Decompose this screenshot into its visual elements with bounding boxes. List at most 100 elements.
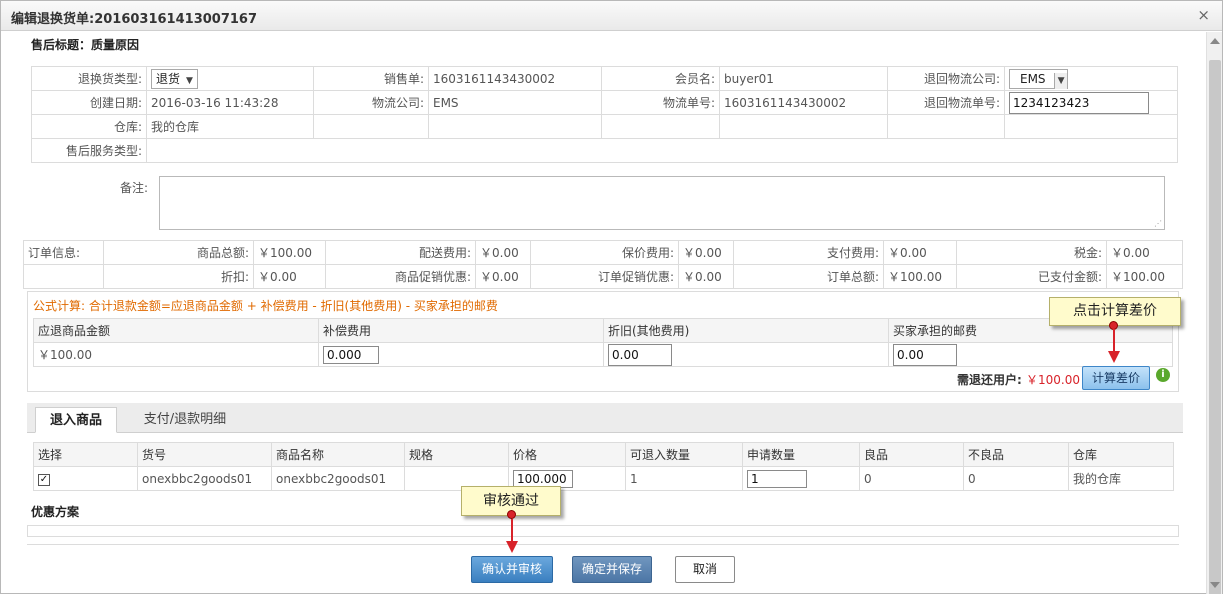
audit-callout-arrow-line	[511, 519, 513, 543]
paid-label: 已支付金额:	[956, 264, 1107, 289]
payment-fee-label: 支付费用:	[733, 240, 884, 265]
return-type-select[interactable]: 退货 ▼	[151, 68, 198, 89]
buyer-postage-input[interactable]: 0.00	[893, 343, 957, 366]
table-header: 货号	[137, 442, 272, 467]
empty-cell	[428, 114, 602, 139]
tab-payment-refund[interactable]: 支付/退款明细	[125, 407, 245, 433]
close-icon[interactable]: ×	[1197, 6, 1210, 24]
order-total-label: 订单总额:	[733, 264, 884, 289]
return-logistics-select[interactable]: EMS ▼	[1009, 68, 1069, 89]
order-promo-label: 订单促销优惠:	[530, 264, 679, 289]
table-header: 申请数量	[742, 442, 860, 467]
warehouse-value: 我的仓库	[146, 114, 314, 139]
resize-grip-icon[interactable]: ⋰	[1154, 219, 1162, 228]
defective-qty-value: 0	[963, 466, 1069, 491]
cancel-button[interactable]: 取消	[675, 556, 735, 583]
refund-goods-header: 应退商品金额	[33, 318, 319, 343]
dialog-title: 编辑退换货单:201603161413007167	[11, 12, 258, 27]
depreciation-cell: 0.00	[603, 342, 889, 367]
sales-order-label: 销售单:	[313, 66, 429, 91]
scroll-thumb[interactable]	[1209, 60, 1221, 594]
after-sales-title: 售后标题：质量原因	[31, 36, 139, 53]
apply-qty-input[interactable]: 1	[747, 469, 807, 488]
good-qty-value: 0	[859, 466, 964, 491]
return-info-table: 退换货类型: 退货 ▼ 销售单: 1603161143430002 会员名: bu…	[31, 66, 1178, 163]
calc-callout-arrow-head	[1108, 351, 1120, 363]
insurance-label: 保价费用:	[530, 240, 679, 265]
member-value: buyer01	[719, 66, 888, 91]
remark-label: 备注:	[120, 181, 149, 195]
confirm-and-audit-button[interactable]: 确认并审核	[471, 556, 553, 583]
promo-label: 优惠方案	[31, 505, 80, 519]
promo-panel	[27, 525, 1179, 537]
member-label: 会员名:	[601, 66, 720, 91]
chevron-down-icon: ▼	[186, 75, 193, 86]
remark-textarea[interactable]: ⋰	[159, 176, 1165, 230]
select-checkbox[interactable]: ✓	[38, 474, 50, 486]
goods-promo-label: 商品促销优惠:	[325, 264, 476, 289]
goods-tabs: 退入商品 支付/退款明细	[27, 403, 1183, 433]
sales-order-value: 1603161143430002	[428, 66, 602, 91]
goods-total-label: 商品总额:	[103, 240, 254, 265]
payment-fee-value: ￥0.00	[883, 240, 957, 265]
product-name-value: onexbbc2goods01	[271, 466, 405, 491]
table-row: ✓ onexbbc2goods01 onexbbc2goods01 100.00…	[33, 466, 1174, 491]
scroll-down-icon[interactable]	[1210, 582, 1220, 588]
info-icon[interactable]: i	[1156, 368, 1170, 382]
return-logistics-value: EMS	[1020, 71, 1046, 86]
refund-calc-table: 应退商品金额 补偿费用 折旧(其他费用) 买家承担的邮费 ￥100.00 0.0…	[33, 318, 1173, 367]
return-logistics-label: 退回物流公司:	[887, 66, 1005, 91]
tracking-value: 1603161143430002	[719, 90, 888, 115]
refund-to-user-value: ￥100.00	[1026, 373, 1080, 387]
order-promo-value: ￥0.00	[678, 264, 734, 289]
tax-value: ￥0.00	[1106, 240, 1183, 265]
return-logistics-cell: EMS ▼	[1004, 66, 1178, 91]
dialog-titlebar: 编辑退换货单:201603161413007167 ×	[1, 1, 1222, 31]
warehouse-value: 我的仓库	[1068, 466, 1174, 491]
price-input[interactable]: 100.000	[513, 469, 573, 488]
tab-return-goods[interactable]: 退入商品	[35, 407, 117, 433]
table-header: 不良品	[963, 442, 1069, 467]
insurance-value: ￥0.00	[678, 240, 734, 265]
refund-to-user-label: 需退还用户:	[957, 373, 1022, 387]
empty-cell	[23, 264, 104, 289]
discount-label: 折扣:	[103, 264, 254, 289]
refund-goods-value: ￥100.00	[33, 342, 319, 367]
logistics-label: 物流公司:	[313, 90, 429, 115]
after-sales-title-value: 质量原因	[91, 38, 140, 52]
table-header: 可退入数量	[625, 442, 743, 467]
calc-callout-arrow-line	[1113, 329, 1115, 353]
table-header: 仓库	[1068, 442, 1174, 467]
empty-cell	[1004, 114, 1178, 139]
scroll-up-icon[interactable]	[1210, 38, 1220, 44]
order-total-value: ￥100.00	[883, 264, 957, 289]
edit-return-dialog: 编辑退换货单:201603161413007167 × 售后标题：质量原因 退换…	[0, 0, 1223, 594]
tax-label: 税金:	[956, 240, 1107, 265]
return-tracking-input[interactable]: 1234123423	[1009, 91, 1149, 114]
shipping-label: 配送费用:	[325, 240, 476, 265]
vertical-scrollbar[interactable]	[1206, 32, 1222, 594]
shipping-value: ￥0.00	[475, 240, 531, 265]
table-header: 价格	[508, 442, 626, 467]
return-tracking-label: 退回物流单号:	[887, 90, 1005, 115]
after-sales-title-label: 售后标题：	[31, 38, 92, 52]
table-header: 规格	[404, 442, 509, 467]
warehouse-label: 仓库:	[31, 114, 147, 139]
compensation-input[interactable]: 0.000	[323, 345, 379, 364]
empty-cell	[719, 114, 888, 139]
goods-promo-value: ￥0.00	[475, 264, 531, 289]
calculate-difference-button[interactable]: 计算差价	[1082, 366, 1150, 390]
table-header: 选择	[33, 442, 138, 467]
return-type-label: 退换货类型:	[31, 66, 147, 91]
goods-total-value: ￥100.00	[253, 240, 326, 265]
sku-value: onexbbc2goods01	[137, 466, 272, 491]
confirm-and-save-button[interactable]: 确定并保存	[572, 556, 652, 583]
audit-callout-arrow-head	[506, 541, 518, 553]
empty-cell	[601, 114, 720, 139]
order-info-table: 订单信息: 商品总额: ￥100.00 配送费用: ￥0.00 保价费用: ￥0…	[23, 240, 1183, 289]
return-type-value: 退货	[156, 71, 181, 86]
compensation-header: 补偿费用	[318, 318, 604, 343]
chevron-down-icon: ▼	[1053, 72, 1068, 89]
depreciation-input[interactable]: 0.00	[608, 343, 672, 366]
buyer-postage-cell: 0.00	[888, 342, 1173, 367]
